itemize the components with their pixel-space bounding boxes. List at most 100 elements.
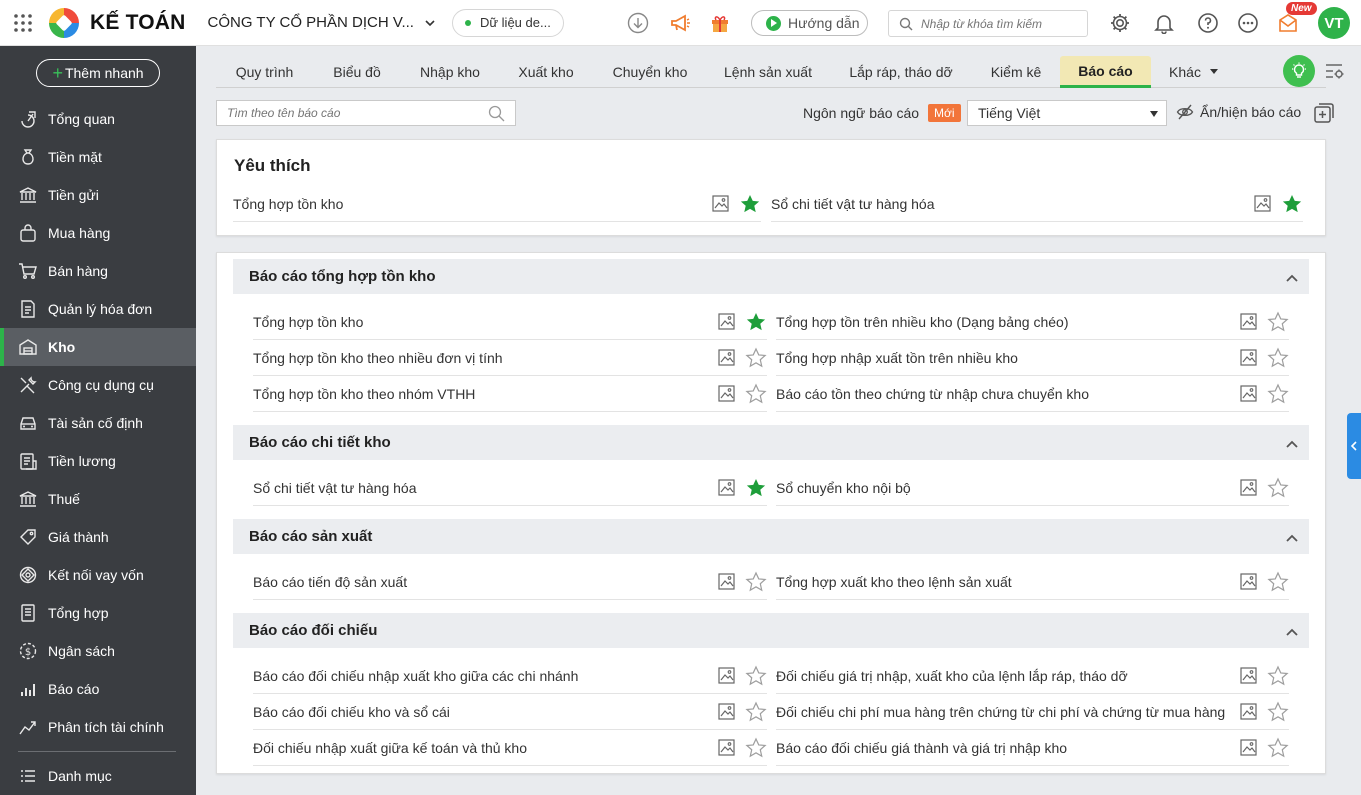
gift-icon[interactable] [708,11,732,35]
filter-settings-icon[interactable] [1323,60,1345,82]
star-filled-icon[interactable] [745,311,767,333]
report-name[interactable]: Tổng hợp xuất kho theo lệnh sản xuất [776,574,1240,590]
image-preview-icon[interactable] [1240,385,1258,403]
report-item[interactable]: Tổng hợp tồn trên nhiều kho (Dạng bảng c… [776,304,1289,340]
sidebar-item-kho[interactable]: Kho [0,328,196,366]
global-search[interactable] [888,10,1088,37]
report-name[interactable]: Tổng hợp tồn kho theo nhóm VTHH [253,386,718,402]
tab-nhap-kho[interactable]: Nhập kho [402,56,498,88]
image-preview-icon[interactable] [718,667,736,685]
guide-button[interactable]: Hướng dẫn [751,10,868,36]
tab-quy-trinh[interactable]: Quy trình [216,56,313,88]
gear-icon[interactable] [1108,11,1132,35]
sidebar-item-bao-cao[interactable]: Báo cáo [0,670,196,708]
image-preview-icon[interactable] [712,195,730,213]
image-preview-icon[interactable] [1240,573,1258,591]
company-selector[interactable]: CÔNG TY CỔ PHẦN DỊCH V... [208,14,436,31]
sidebar-item-ban-hang[interactable]: Bán hàng [0,252,196,290]
star-outline-icon[interactable] [745,665,767,687]
sidebar-item-danh-muc[interactable]: Danh mục [0,757,196,795]
report-name[interactable]: Báo cáo tồn theo chứng từ nhập chưa chuy… [776,386,1240,402]
star-outline-icon[interactable] [1267,701,1289,723]
star-outline-icon[interactable] [745,383,767,405]
report-item[interactable]: Tổng hợp tồn kho [233,186,761,222]
report-item[interactable]: Tổng hợp nhập xuất tồn trên nhiều kho [776,340,1289,376]
data-selector[interactable]: Dữ liệu de... [451,8,564,37]
add-quick-button[interactable]: + Thêm nhanh [36,59,160,87]
report-search-input[interactable] [227,106,477,120]
sidebar-item-tien-mat[interactable]: Tiền mặt [0,138,196,176]
star-outline-icon[interactable] [745,737,767,759]
more-icon[interactable] [1236,11,1260,35]
report-item[interactable]: Báo cáo đối chiếu kho và sổ cái [253,694,767,730]
star-outline-icon[interactable] [1267,383,1289,405]
report-item[interactable]: Tổng hợp xuất kho theo lệnh sản xuất [776,564,1289,600]
star-outline-icon[interactable] [1267,571,1289,593]
sidebar-item-tien-luong[interactable]: Tiền lương [0,442,196,480]
sidebar-item-mua-hang[interactable]: Mua hàng [0,214,196,252]
chevron-up-icon[interactable] [1285,624,1299,641]
app-logo[interactable]: KẾ TOÁN [48,7,186,39]
image-preview-icon[interactable] [1240,703,1258,721]
report-name[interactable]: Sổ chuyển kho nội bộ [776,480,1240,496]
report-name[interactable]: Báo cáo đối chiếu giá thành và giá trị n… [776,740,1240,756]
tab-chuyen-kho[interactable]: Chuyển kho [600,56,700,88]
help-icon[interactable] [1196,11,1220,35]
avatar[interactable]: VT [1318,7,1350,39]
sidebar-item-tien-gui[interactable]: Tiền gửi [0,176,196,214]
star-outline-icon[interactable] [745,347,767,369]
image-preview-icon[interactable] [1240,667,1258,685]
sidebar-item-tai-san-co-dinh[interactable]: Tài sản cố định [0,404,196,442]
image-preview-icon[interactable] [718,703,736,721]
report-name[interactable]: Tổng hợp tồn kho [253,314,718,330]
chevron-up-icon[interactable] [1285,270,1299,287]
tab-lenh-san-xuat[interactable]: Lệnh sản xuất [707,56,829,88]
sidebar-item-ngan-sach[interactable]: $ Ngân sách [0,632,196,670]
bell-icon[interactable] [1152,11,1176,35]
tab-lap-rap-thao-do[interactable]: Lắp ráp, tháo dỡ [836,56,966,88]
report-name[interactable]: Sổ chi tiết vật tư hàng hóa [771,196,1254,212]
report-item[interactable]: Đối chiếu chi phí mua hàng trên chứng từ… [776,694,1289,730]
star-outline-icon[interactable] [1267,477,1289,499]
report-name[interactable]: Tổng hợp tồn kho theo nhiều đơn vị tính [253,350,718,366]
star-outline-icon[interactable] [745,571,767,593]
image-preview-icon[interactable] [1240,349,1258,367]
report-item[interactable]: Đối chiếu nhập xuất giữa kế toán và thủ … [253,730,767,766]
image-preview-icon[interactable] [718,349,736,367]
report-item[interactable]: Báo cáo tồn theo chứng từ nhập chưa chuy… [776,376,1289,412]
report-name[interactable]: Báo cáo đối chiếu kho và sổ cái [253,704,718,720]
image-preview-icon[interactable] [1240,313,1258,331]
sidebar-item-quan-ly-hoa-don[interactable]: Quản lý hóa đơn [0,290,196,328]
report-group-header[interactable]: Báo cáo tổng hợp tồn kho [233,259,1309,294]
star-outline-icon[interactable] [745,701,767,723]
star-filled-icon[interactable] [745,477,767,499]
tab-bieu-do[interactable]: Biểu đồ [313,56,401,88]
report-item[interactable]: Sổ chuyển kho nội bộ [776,470,1289,506]
sidebar-item-tong-quan[interactable]: Tổng quan [0,100,196,138]
sidebar-item-thue[interactable]: Thuế [0,480,196,518]
global-search-input[interactable] [921,16,1081,31]
star-outline-icon[interactable] [1267,665,1289,687]
tab-kiem-ke[interactable]: Kiểm kê [976,56,1056,88]
report-name[interactable]: Báo cáo đối chiếu nhập xuất kho giữa các… [253,668,718,684]
report-name[interactable]: Đối chiếu giá trị nhập, xuất kho của lện… [776,668,1240,684]
megaphone-icon[interactable] [668,11,692,35]
report-group-header[interactable]: Báo cáo sản xuất [233,519,1309,554]
add-report-icon[interactable] [1313,102,1335,124]
star-outline-icon[interactable] [1267,737,1289,759]
report-item[interactable]: Sổ chi tiết vật tư hàng hóa [253,470,767,506]
report-name[interactable]: Đối chiếu chi phí mua hàng trên chứng từ… [776,704,1240,720]
report-name[interactable]: Tổng hợp tồn kho [233,196,712,212]
report-item[interactable]: Đối chiếu giá trị nhập, xuất kho của lện… [776,658,1289,694]
report-group-header[interactable]: Báo cáo chi tiết kho [233,425,1309,460]
star-outline-icon[interactable] [1267,311,1289,333]
report-name[interactable]: Sổ chi tiết vật tư hàng hóa [253,480,718,496]
app-grid-icon[interactable] [0,0,46,46]
chevron-up-icon[interactable] [1285,436,1299,453]
image-preview-icon[interactable] [718,739,736,757]
download-icon[interactable] [626,11,650,35]
tab-bao-cao[interactable]: Báo cáo [1060,56,1151,88]
toggle-hide-reports[interactable]: Ẩn/hiện báo cáo [1176,103,1301,121]
report-name[interactable]: Báo cáo tiến độ sản xuất [253,574,718,590]
report-item[interactable]: Tổng hợp tồn kho theo nhiều đơn vị tính [253,340,767,376]
